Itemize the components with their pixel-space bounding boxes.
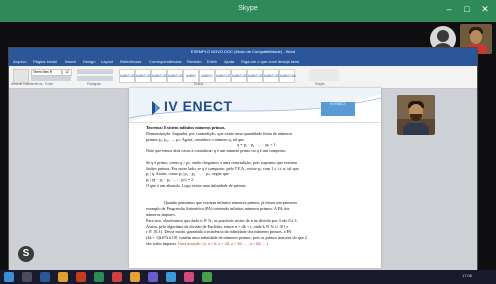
style-quote[interactable]: AaBbCcDd (279, 69, 296, 83)
chrome-taskbar-icon[interactable] (112, 272, 122, 282)
ribbon-tab-bar: Arquivo Página Inicial Inserir Design La… (9, 58, 477, 66)
style-subtitle[interactable]: AaBbCc (199, 69, 215, 83)
style-title[interactable]: AaBbC (183, 69, 199, 83)
maximize-button[interactable]: □ (460, 2, 474, 16)
font-size-box[interactable]: 12 (62, 69, 72, 76)
powerpoint-taskbar-icon[interactable] (76, 272, 86, 282)
skype-taskbar-icon[interactable] (94, 272, 104, 282)
tab-design[interactable]: Design (83, 59, 95, 64)
tab-help[interactable]: Ajuda (224, 59, 234, 64)
start-icon[interactable] (4, 272, 14, 282)
font-format-buttons[interactable] (31, 76, 71, 81)
app-taskbar-icon-1[interactable] (130, 272, 140, 282)
windows-taskbar: 17:06 (0, 270, 496, 284)
app-taskbar-icon-3[interactable] (166, 272, 176, 282)
paragraph-buttons-row1[interactable] (77, 69, 113, 74)
style-emphasis[interactable]: AaBbCcDd (231, 69, 248, 83)
paragraph-buttons-row2[interactable] (77, 76, 113, 81)
tab-file[interactable]: Arquivo (13, 59, 27, 64)
speaker-shirt (403, 123, 429, 135)
ribbon-home: Times New R 12 AaBbCcDd AaBbCcDd AaBbCcD… (9, 66, 477, 89)
app-taskbar-icon-5[interactable] (202, 272, 212, 282)
avatar-head-shape (437, 30, 449, 42)
tab-mailings[interactable]: Correspondências (149, 59, 181, 64)
style-intense-emphasis[interactable]: AaBbCcDd (247, 69, 264, 83)
enect-logo-icon (152, 101, 160, 115)
line-segment: são todos ímpares. (146, 240, 179, 246)
app-taskbar-icon-4[interactable] (184, 272, 194, 282)
word-taskbar-icon[interactable] (40, 272, 50, 282)
tab-review[interactable]: Revisão (187, 59, 201, 64)
letterhead-badge: IV ENECT (321, 102, 355, 116)
speaker-video[interactable] (397, 95, 435, 135)
group-label-editing: Edição (315, 82, 325, 86)
font-name-box[interactable]: Times New R (31, 69, 62, 76)
search-icon[interactable] (22, 272, 32, 282)
letterhead-logo: IV ENECT (164, 98, 233, 114)
minimize-button[interactable]: – (442, 2, 456, 16)
document-body: Teorema: Existem infinitos números primo… (146, 125, 368, 247)
group-label-font: Fonte (45, 82, 54, 86)
style-subtle-emphasis[interactable]: AaBbCcD (215, 69, 231, 83)
close-button[interactable]: ✕ (478, 2, 492, 16)
group-label-styles: Estilos (194, 82, 204, 86)
file-explorer-icon[interactable] (58, 272, 68, 282)
skype-icon[interactable]: S (18, 246, 34, 262)
tab-layout[interactable]: Layout (101, 59, 113, 64)
speaker-beard (410, 114, 422, 121)
tell-me-search[interactable]: Diga-me o que você deseja fazer (241, 59, 300, 64)
style-no-spacing[interactable]: AaBbCcDd (135, 69, 152, 83)
group-label-paragraph: Parágrafo (87, 82, 101, 86)
editing-group[interactable] (309, 69, 339, 81)
self-video-face (470, 30, 482, 44)
tab-references[interactable]: Referências (120, 59, 141, 64)
word-window-title: EXEMPLO NOVO DOC (Modo de Compatibilidad… (190, 49, 296, 54)
group-label-clipboard: Área de Transferência (11, 82, 43, 86)
tab-home[interactable]: Página Inicial (33, 59, 57, 64)
skype-window-title: Skype (238, 5, 258, 12)
tab-insert[interactable]: Inserir (65, 59, 76, 64)
highlighted-segment: Uma notação: (a, a + d, a + 2d, a + 3d, … (178, 240, 270, 246)
style-strong[interactable]: AaBbCcDd (263, 69, 280, 83)
taskbar-clock: 17:06 (462, 273, 473, 278)
app-taskbar-icon-2[interactable] (148, 272, 158, 282)
tab-view[interactable]: Exibir (207, 59, 217, 64)
style-heading1[interactable]: AaBbCcDd (151, 69, 168, 83)
document-line: são todos ímpares. Uma notação: (a, a + … (146, 241, 368, 247)
style-normal[interactable]: AaBbCcDd (119, 69, 136, 83)
style-heading2[interactable]: AaBbCcDd (167, 69, 184, 83)
